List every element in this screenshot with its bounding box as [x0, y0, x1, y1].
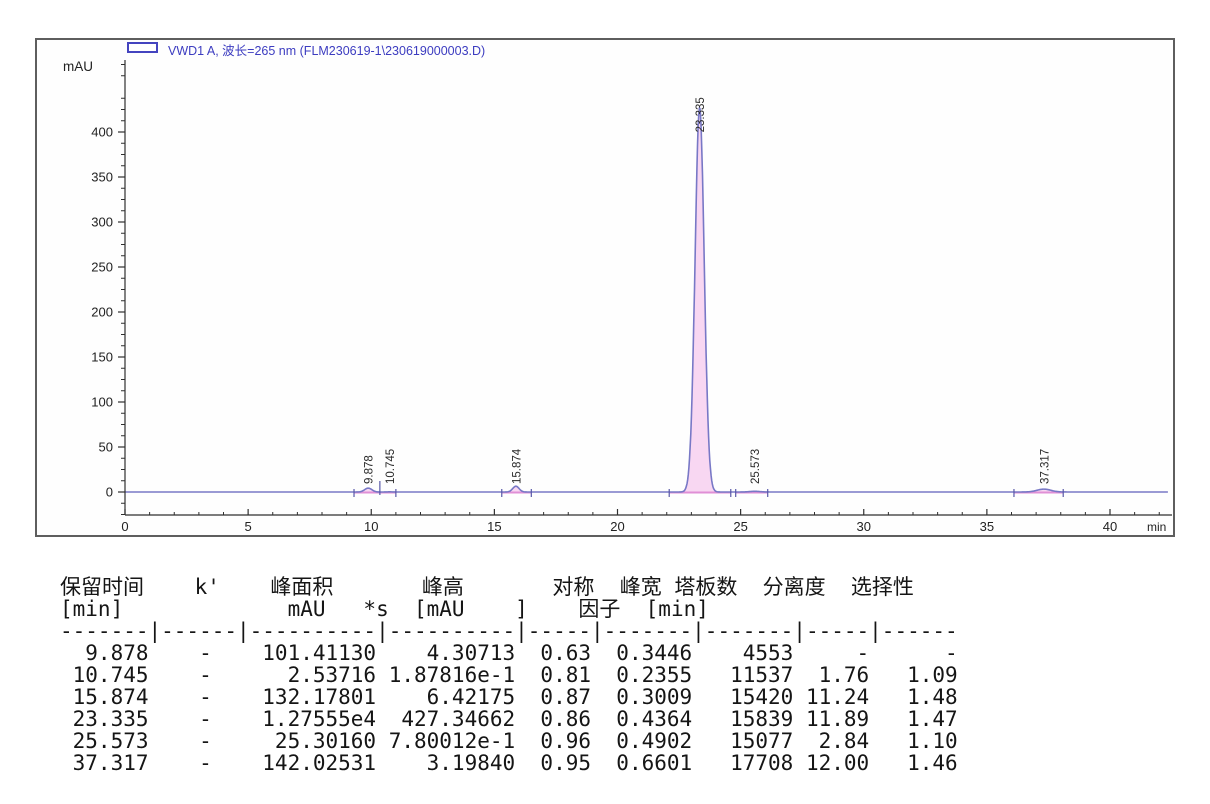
svg-text:40: 40	[1103, 519, 1117, 534]
svg-text:10: 10	[364, 519, 378, 534]
hplc-report-page: VWD1 A, 波长=265 nm (FLM230619-1\230619000…	[0, 0, 1210, 804]
svg-text:0: 0	[106, 485, 113, 500]
svg-text:5: 5	[245, 519, 252, 534]
svg-text:35: 35	[980, 519, 994, 534]
svg-text:15.874: 15.874	[511, 448, 523, 484]
svg-text:100: 100	[91, 395, 113, 410]
svg-text:20: 20	[610, 519, 624, 534]
svg-text:25: 25	[733, 519, 747, 534]
chromatogram-plot: 0 50 100 150 200 250 300 350 400 mAU 0 5 10 15 20 25 30 3…	[37, 40, 1173, 534]
chromatogram-frame: VWD1 A, 波长=265 nm (FLM230619-1\230619000…	[35, 38, 1175, 537]
svg-text:250: 250	[91, 260, 113, 275]
svg-text:30: 30	[857, 519, 871, 534]
svg-text:350: 350	[91, 170, 113, 185]
svg-text:150: 150	[91, 350, 113, 365]
svg-text:400: 400	[91, 125, 113, 140]
svg-text:min: min	[1147, 520, 1166, 534]
svg-text:mAU: mAU	[63, 59, 93, 74]
svg-text:25.573: 25.573	[750, 449, 762, 484]
svg-text:50: 50	[99, 440, 113, 455]
svg-text:0: 0	[121, 519, 128, 534]
svg-text:9.878: 9.878	[364, 455, 376, 484]
svg-text:300: 300	[91, 215, 113, 230]
svg-text:200: 200	[91, 305, 113, 320]
peak-table: 保留时间 k' 峰面积 峰高 对称 峰宽 塔板数 分离度 选择性 [min] m…	[60, 576, 958, 774]
svg-text:15: 15	[487, 519, 501, 534]
svg-text:10.745: 10.745	[385, 449, 397, 484]
svg-text:37.317: 37.317	[1039, 449, 1051, 484]
svg-text:23.335: 23.335	[695, 97, 707, 132]
